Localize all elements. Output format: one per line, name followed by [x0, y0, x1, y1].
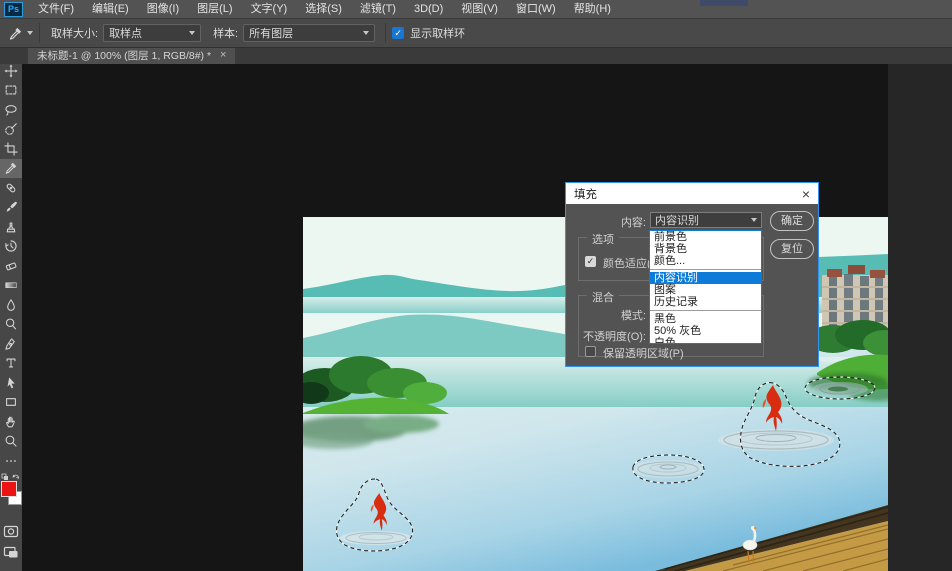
crop-tool[interactable]	[0, 139, 22, 159]
dropdown-item-background[interactable]: 背景色	[650, 243, 761, 255]
menu-filter[interactable]: 滤镜(T)	[351, 0, 405, 18]
preset-chevron-icon[interactable]	[27, 31, 33, 35]
quick-mask-mode-icon[interactable]	[3, 525, 19, 538]
overlapping-window-fragment	[700, 0, 748, 6]
content-select[interactable]: 内容识别	[650, 212, 762, 228]
document-tab-title: 未标题-1 @ 100% (图层 1, RGB/8#) *	[37, 48, 211, 63]
separator	[39, 23, 40, 43]
blur-tool[interactable]	[0, 295, 22, 315]
chevron-down-icon	[189, 31, 195, 35]
menu-view[interactable]: 视图(V)	[452, 0, 507, 18]
show-sampling-ring-checkbox[interactable]: ✓	[392, 27, 404, 39]
dodge-tool[interactable]	[0, 315, 22, 335]
color-swatch-area	[0, 473, 22, 519]
dialog-close-icon[interactable]: ×	[802, 187, 810, 201]
fill-dialog: 填充 × 内容: 内容识别 确定 复位 选项 ✓ 颜色适应(C) 混合 模式: …	[565, 182, 819, 367]
photoshop-window: Ps 文件(F) 编辑(E) 图像(I) 图层(L) 文字(Y) 选择(S) 滤…	[0, 0, 952, 571]
type-tool[interactable]	[0, 354, 22, 374]
photoshop-logo-icon[interactable]: Ps	[4, 2, 23, 17]
water-ripple-middle	[632, 460, 704, 478]
spot-healing-brush-tool[interactable]	[0, 178, 22, 198]
dropdown-item-gray[interactable]: 50% 灰色	[650, 325, 761, 337]
rectangular-marquee-tool[interactable]	[0, 81, 22, 101]
chevron-down-icon	[363, 31, 369, 35]
sample-value: 所有图层	[249, 25, 357, 41]
dropdown-separator	[650, 269, 761, 270]
dropdown-separator	[650, 310, 761, 311]
sample-size-label: 取样大小:	[51, 25, 98, 41]
color-adaptation-checkbox[interactable]: ✓	[585, 256, 596, 267]
screen-mode-icon[interactable]	[3, 546, 19, 559]
gradient-tool[interactable]	[0, 276, 22, 296]
content-label: 内容:	[574, 214, 646, 230]
eyedropper-tool[interactable]	[0, 159, 22, 179]
dropdown-item-white[interactable]: 白色	[650, 337, 761, 344]
opacity-label: 不透明度(O):	[574, 328, 646, 344]
foreground-color-swatch[interactable]	[1, 481, 17, 497]
fill-dialog-title: 填充	[574, 186, 802, 202]
options-group-label: 选项	[587, 231, 619, 247]
menu-file[interactable]: 文件(F)	[29, 0, 83, 18]
eraser-tool[interactable]	[0, 256, 22, 276]
menu-window[interactable]: 窗口(W)	[507, 0, 565, 18]
workspace-right-area	[888, 64, 952, 571]
menu-select[interactable]: 选择(S)	[296, 0, 351, 18]
document-tab-bar: 未标题-1 @ 100% (图层 1, RGB/8#) * ×	[0, 46, 952, 64]
menu-bar: Ps 文件(F) 编辑(E) 图像(I) 图层(L) 文字(Y) 选择(S) 滤…	[0, 0, 952, 18]
sample-size-value: 取样点	[109, 25, 183, 41]
preserve-transparency-label: 保留透明区域(P)	[603, 345, 743, 361]
rectangle-tool[interactable]	[0, 393, 22, 413]
document-tab[interactable]: 未标题-1 @ 100% (图层 1, RGB/8#) * ×	[28, 46, 235, 64]
preserve-transparency-checkbox[interactable]	[585, 346, 596, 357]
history-brush-tool[interactable]	[0, 237, 22, 257]
dropdown-item-pattern[interactable]: 图案	[650, 284, 761, 296]
content-dropdown-list: 前景色 背景色 颜色... 内容识别 图案 历史记录 黑色 50% 灰色 白色	[649, 230, 762, 344]
eyedropper-preset-icon[interactable]	[8, 26, 23, 41]
chevron-down-icon	[751, 218, 757, 222]
tab-close-icon[interactable]: ×	[220, 49, 226, 61]
ok-button[interactable]: 确定	[770, 211, 814, 231]
sample-size-select[interactable]: 取样点	[103, 24, 201, 42]
toolbar-bottom-icons	[0, 525, 22, 559]
options-bar: 取样大小: 取样点 样本: 所有图层 ✓ 显示取样环	[0, 18, 952, 48]
dropdown-item-history[interactable]: 历史记录	[650, 296, 761, 308]
content-select-value: 内容识别	[655, 212, 747, 228]
zoom-tool[interactable]	[0, 432, 22, 452]
menu-type[interactable]: 文字(Y)	[242, 0, 297, 18]
default-and-swap-colors-icons[interactable]	[0, 473, 22, 481]
menu-image[interactable]: 图像(I)	[138, 0, 188, 18]
lasso-tool[interactable]	[0, 100, 22, 120]
sample-label: 样本:	[213, 25, 238, 41]
dropdown-item-color[interactable]: 颜色...	[650, 255, 761, 267]
mode-label: 模式:	[574, 307, 646, 323]
menu-layer[interactable]: 图层(L)	[188, 0, 241, 18]
reset-button[interactable]: 复位	[770, 239, 814, 259]
clone-stamp-tool[interactable]	[0, 217, 22, 237]
blend-group-label: 混合	[587, 289, 619, 305]
quick-selection-tool[interactable]	[0, 120, 22, 140]
dropdown-item-foreground[interactable]: 前景色	[650, 231, 761, 243]
menu-3d[interactable]: 3D(D)	[405, 0, 452, 18]
fill-dialog-titlebar[interactable]: 填充 ×	[566, 183, 818, 204]
pen-tool[interactable]	[0, 334, 22, 354]
hand-tool[interactable]	[0, 412, 22, 432]
menu-edit[interactable]: 编辑(E)	[83, 0, 138, 18]
tools-panel	[0, 56, 22, 571]
path-selection-tool[interactable]	[0, 373, 22, 393]
brush-tool[interactable]	[0, 198, 22, 218]
separator	[385, 23, 386, 43]
sample-select[interactable]: 所有图层	[243, 24, 375, 42]
dropdown-item-black[interactable]: 黑色	[650, 313, 761, 325]
menu-help[interactable]: 帮助(H)	[565, 0, 620, 18]
dropdown-item-content-aware[interactable]: 内容识别	[650, 272, 761, 284]
show-sampling-ring-label: 显示取样环	[410, 25, 465, 41]
edit-toolbar-ellipsis[interactable]	[0, 451, 22, 471]
